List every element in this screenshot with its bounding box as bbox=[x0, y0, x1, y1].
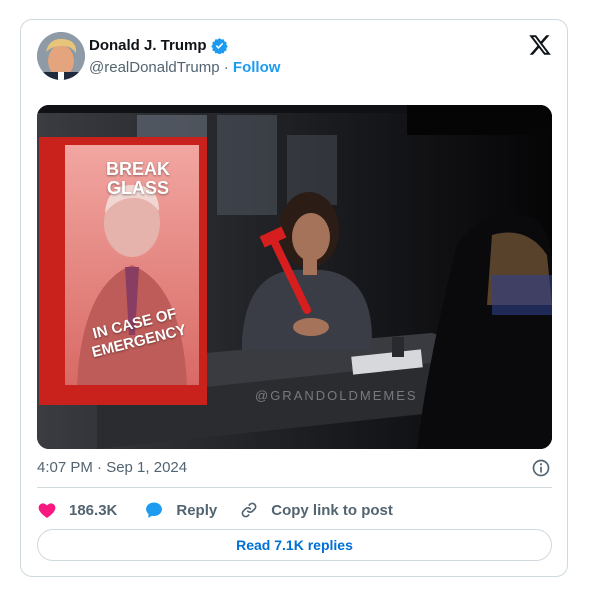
divider bbox=[37, 487, 552, 488]
like-button[interactable]: 186.3K bbox=[37, 500, 117, 520]
watermark: @GRANDOLDMEMES bbox=[255, 388, 418, 403]
x-logo-icon[interactable] bbox=[528, 33, 552, 57]
reply-label: Reply bbox=[176, 501, 218, 519]
reply-bubble-icon bbox=[146, 502, 163, 518]
follow-button[interactable]: Follow bbox=[233, 59, 281, 76]
info-icon[interactable] bbox=[531, 458, 551, 478]
timestamp[interactable]: 4:07 PM · Sep 1, 2024 bbox=[37, 459, 187, 476]
like-count: 186.3K bbox=[69, 501, 118, 519]
verified-badge-icon bbox=[210, 38, 228, 54]
author-name[interactable]: Donald J. Trump bbox=[89, 37, 207, 54]
poster-text-top: BREAK GLASS bbox=[105, 159, 170, 198]
avatar[interactable] bbox=[37, 32, 85, 80]
author-handle[interactable]: @realDonaldTrump bbox=[89, 59, 220, 76]
tweet-image[interactable]: BREAK GLASS IN CASE OF EMERGENCY @GRANDO… bbox=[37, 105, 552, 449]
reply-button[interactable]: Reply bbox=[144, 500, 217, 520]
separator-dot: · bbox=[223, 59, 229, 76]
copy-link-label: Copy link to post bbox=[271, 501, 393, 519]
copy-link-button[interactable]: Copy link to post bbox=[239, 500, 393, 520]
read-replies-button[interactable]: Read 7.1K replies bbox=[37, 529, 552, 561]
link-icon bbox=[241, 502, 257, 518]
heart-icon bbox=[38, 503, 56, 518]
